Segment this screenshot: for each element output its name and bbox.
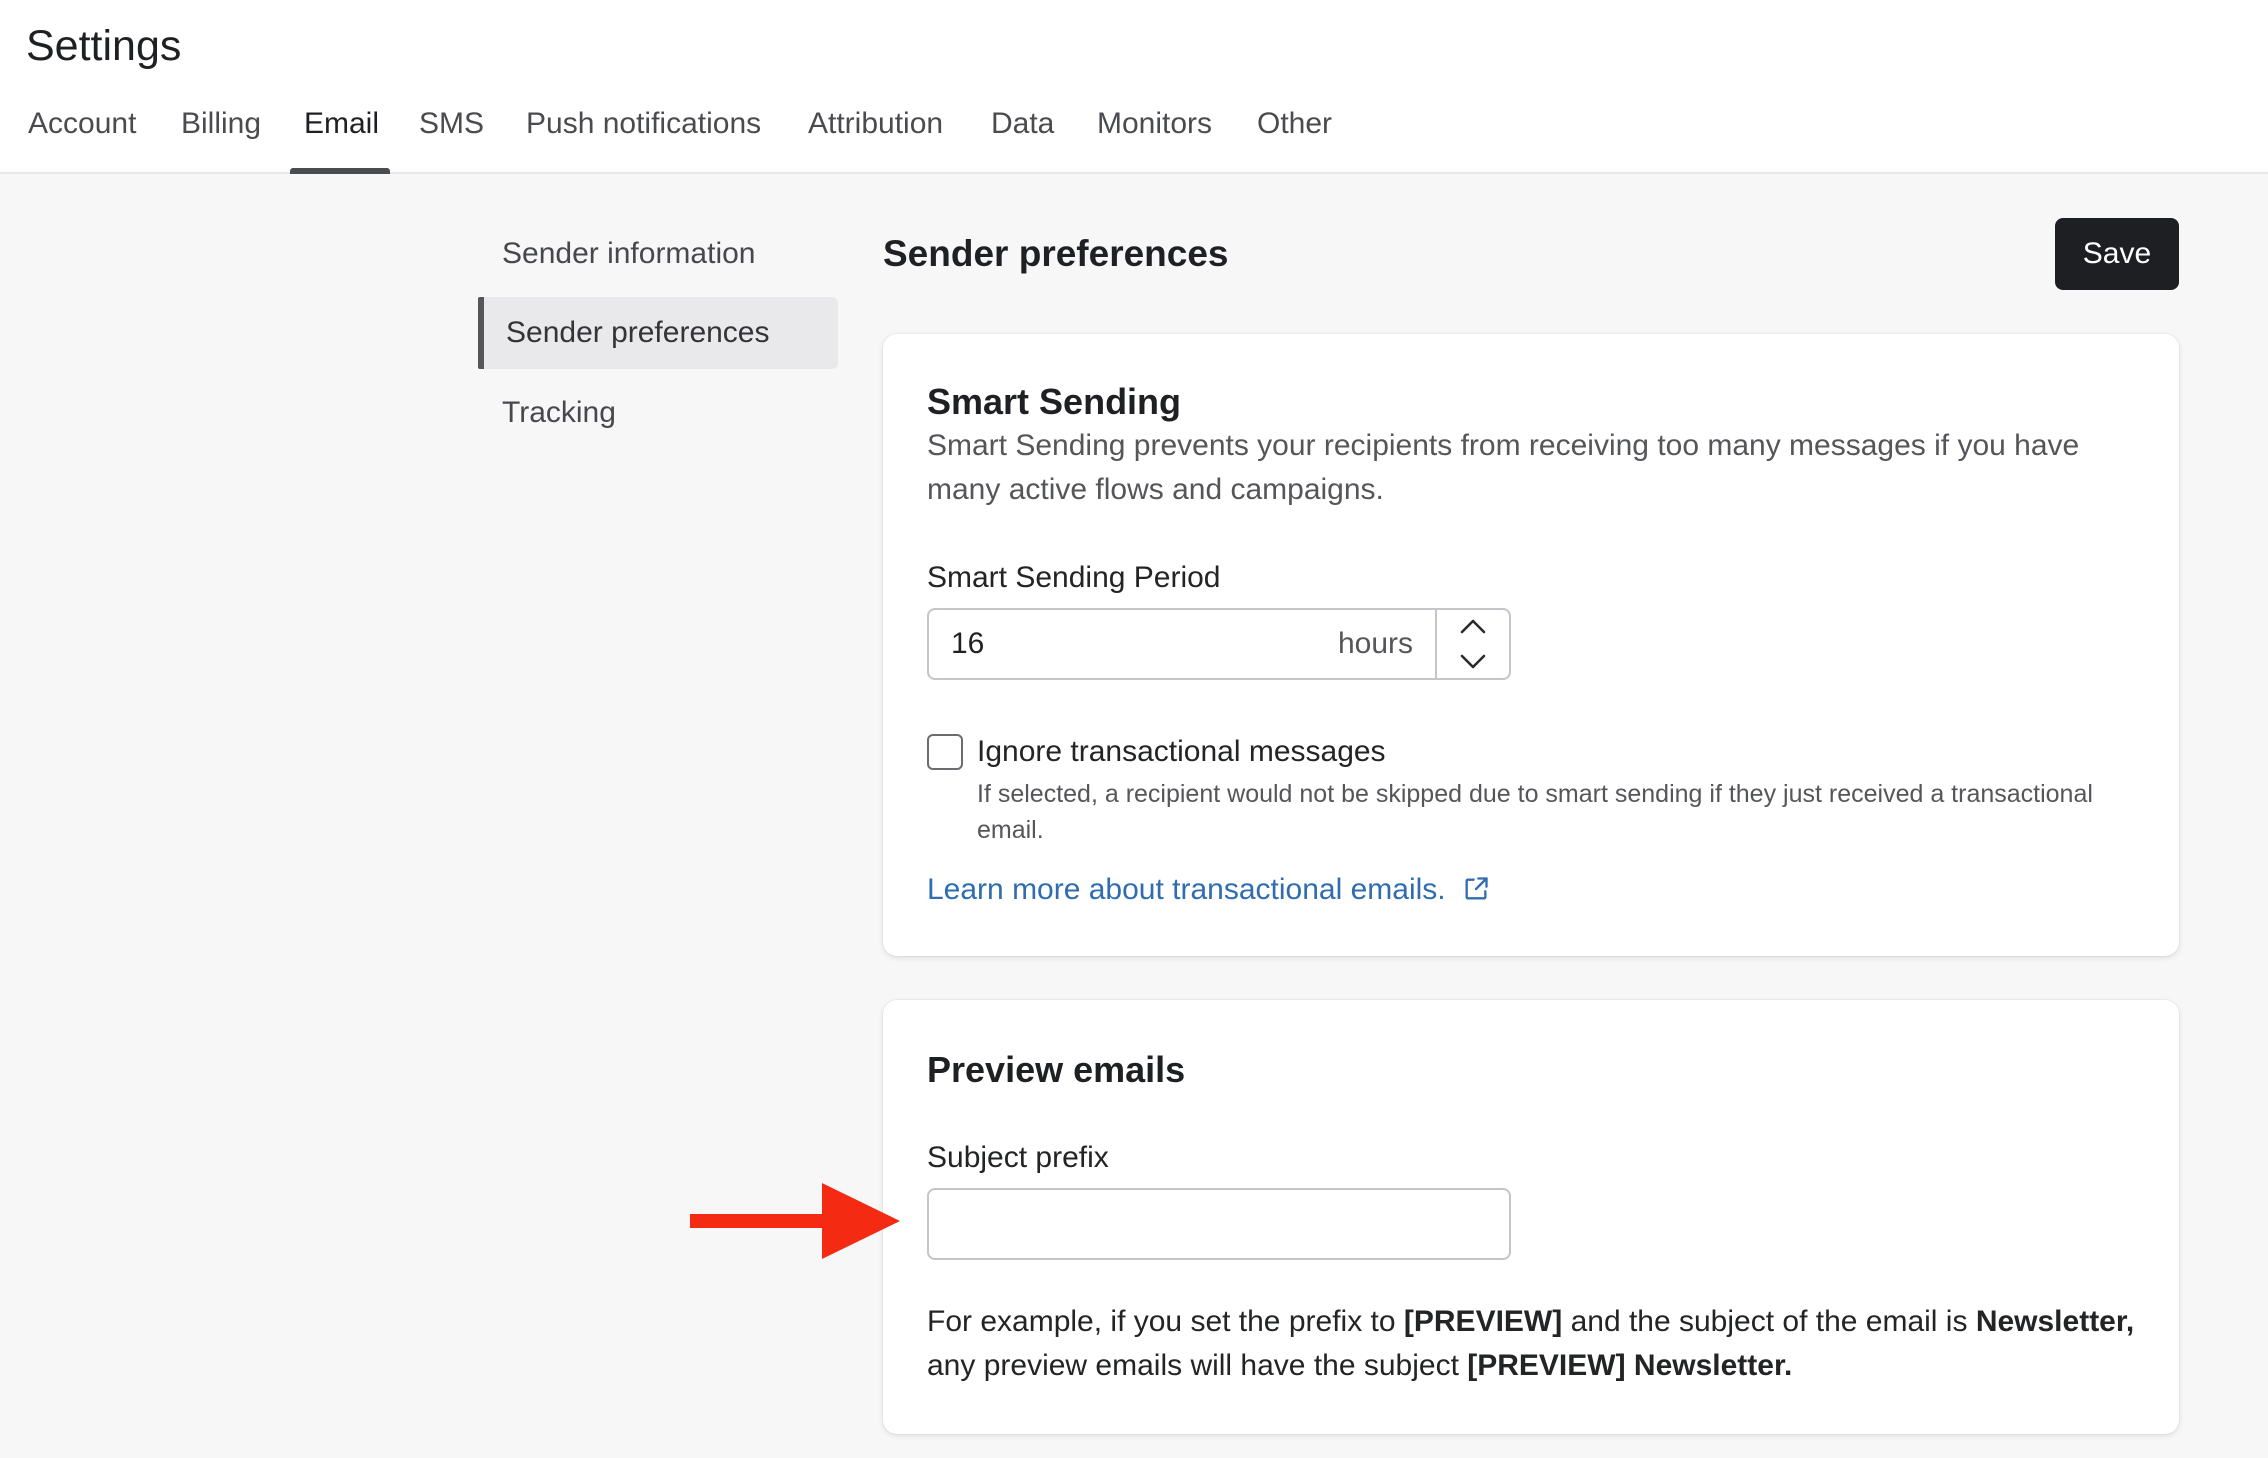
tab-email[interactable]: Email: [304, 98, 379, 174]
sidenav-item-sender-information[interactable]: Sender information: [478, 218, 838, 290]
example-prefix: [PREVIEW]: [1403, 1305, 1563, 1338]
ignore-transactional-help: If selected, a recipient would not be sk…: [977, 780, 2093, 844]
chevron-down-icon: [1460, 654, 1486, 669]
tab-account[interactable]: Account: [28, 98, 136, 174]
tab-monitors[interactable]: Monitors: [1097, 98, 1212, 174]
tab-other[interactable]: Other: [1257, 98, 1332, 174]
tab-data[interactable]: Data: [991, 98, 1054, 174]
example-result: [PREVIEW] Newsletter.: [1467, 1349, 1793, 1382]
preview-emails-title: Preview emails: [927, 1049, 1186, 1090]
smart-sending-card: Smart Sending Smart Sending prevents you…: [883, 334, 2179, 956]
example-text-part2: and the subject of the email is: [1562, 1305, 1976, 1338]
example-text-part1: For example, if you set the prefix to: [927, 1305, 1404, 1338]
external-link-icon: [1465, 877, 1488, 900]
smart-sending-period-field[interactable]: 16 hours: [927, 608, 1511, 680]
tab-push-notifications[interactable]: Push notifications: [526, 98, 761, 174]
subject-prefix-input[interactable]: [927, 1188, 1511, 1260]
smart-sending-period-value[interactable]: 16: [951, 610, 984, 678]
page-title: Settings: [26, 22, 182, 70]
top-bar: Settings Account Billing Email SMS Push …: [0, 0, 2268, 174]
save-button[interactable]: Save: [2055, 218, 2179, 290]
example-subject: Newsletter,: [1975, 1305, 2135, 1338]
preview-emails-card: Preview emails Subject prefix For exampl…: [883, 1000, 2179, 1434]
smart-sending-title: Smart Sending: [927, 381, 1182, 422]
sidenav-item-sender-preferences[interactable]: Sender preferences: [478, 297, 838, 369]
ignore-transactional-label[interactable]: Ignore transactional messages: [977, 732, 1386, 772]
learn-more-transactional-link[interactable]: Learn more about transactional emails.: [927, 870, 1490, 910]
sidenav-item-tracking[interactable]: Tracking: [478, 377, 838, 449]
red-arrow-icon: [690, 1183, 900, 1259]
period-stepper: [1435, 610, 1509, 678]
smart-sending-period-unit: hours: [1337, 627, 1413, 660]
ignore-transactional-checkbox[interactable]: [927, 734, 963, 770]
tab-billing[interactable]: Billing: [181, 98, 261, 174]
chevron-up-icon: [1460, 619, 1486, 634]
tab-attribution[interactable]: Attribution: [808, 98, 943, 174]
learn-more-link-text[interactable]: Learn more about transactional emails.: [927, 873, 1446, 906]
smart-sending-period-label: Smart Sending Period: [927, 561, 1221, 594]
active-tab-indicator: [290, 168, 390, 174]
stepper-decrement-button[interactable]: [1437, 644, 1509, 678]
stepper-increment-button[interactable]: [1437, 610, 1509, 644]
tab-sms[interactable]: SMS: [419, 98, 484, 174]
smart-sending-description: Smart Sending prevents your recipients f…: [927, 429, 2080, 506]
section-heading: Sender preferences: [883, 233, 1229, 274]
subject-prefix-label: Subject prefix: [927, 1141, 1109, 1174]
subject-prefix-example: For example, if you set the prefix to [P…: [927, 1300, 2157, 1388]
example-text-part3: any preview emails will have the subject: [927, 1349, 1468, 1382]
